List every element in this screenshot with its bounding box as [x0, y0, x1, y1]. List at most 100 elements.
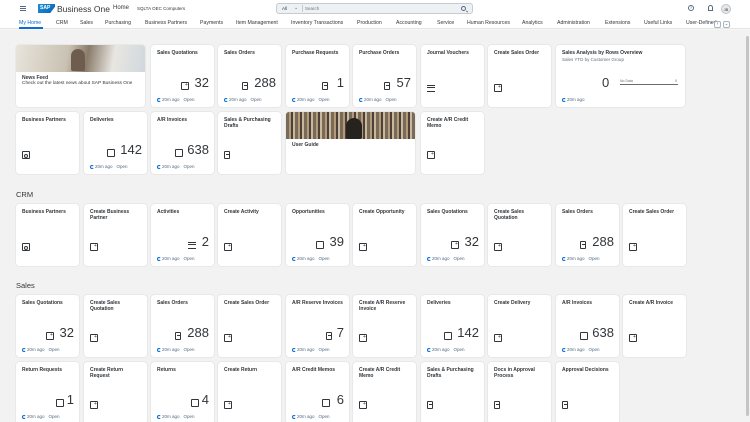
- tile-deliveries[interactable]: Deliveries 142 20m ago Open: [84, 112, 147, 174]
- tab-administration[interactable]: Administration: [557, 20, 590, 26]
- tile-news-feed[interactable]: News Feed Check out the latest news abou…: [16, 45, 145, 107]
- tab-purchasing[interactable]: Purchasing: [105, 20, 131, 26]
- tile-sales-analysis[interactable]: Sales Analysis by Rows Overview Sales YT…: [556, 45, 685, 107]
- tile-deliveries[interactable]: Deliveries 142 20m ago Open: [421, 295, 484, 357]
- tile-sales-orders[interactable]: Sales Orders 288 20m ago Open: [218, 45, 281, 107]
- tile-create-activity[interactable]: Create Activity: [218, 204, 281, 266]
- refresh-icon: [157, 256, 161, 261]
- tile-return-requests[interactable]: Return Requests 1 20m ago Open: [16, 362, 79, 422]
- tile-title: Create Sales Quotation: [494, 209, 525, 221]
- tile-title: Create Opportunity: [359, 209, 405, 215]
- tab-user-defined[interactable]: User-Defined: [686, 20, 717, 26]
- tile-footer: 20m ago Open: [427, 256, 465, 261]
- nav-tabs: My Home CRM Sales Purchasing Business Pa…: [0, 17, 750, 29]
- tile-title: Sales Quotations: [22, 300, 63, 306]
- tile-ar-reserve-invoices[interactable]: A/R Reserve Invoices 7 20m ago Open: [286, 295, 349, 357]
- tile-title: Create Delivery: [494, 300, 531, 306]
- document-icon: [580, 236, 586, 254]
- refresh-icon: [224, 97, 228, 102]
- tile-create-return[interactable]: Create Return: [218, 362, 281, 422]
- list-icon: [427, 79, 435, 97]
- tile-create-sales-order[interactable]: Create Sales Order: [623, 204, 686, 266]
- tab-analytics[interactable]: Analytics: [522, 20, 543, 26]
- tile-business-partners[interactable]: Business Partners: [16, 112, 79, 174]
- tile-title: Sales Orders: [157, 300, 188, 306]
- tile-user-guide[interactable]: User Guide: [286, 112, 415, 174]
- tile-sales-purchasing-drafts[interactable]: Sales & Purchasing Drafts: [421, 362, 484, 422]
- tile-ar-credit-memos[interactable]: A/R Credit Memos 6 20m ago Open: [286, 362, 349, 422]
- avatar[interactable]: JB: [721, 4, 731, 14]
- scale-icon: [181, 77, 189, 95]
- tab-item-management[interactable]: Item Management: [236, 20, 278, 26]
- tile-returns[interactable]: Returns 4 20m ago Open: [151, 362, 214, 422]
- tile-create-ar-invoice[interactable]: Create A/R Invoice: [623, 295, 686, 357]
- create-document-icon: [90, 396, 98, 414]
- tab-sales[interactable]: Sales: [80, 20, 93, 26]
- scrollbar-thumb[interactable]: [746, 36, 749, 416]
- tile-docs-in-approval-process[interactable]: Docs in Approval Process: [488, 362, 551, 422]
- chevron-right-icon[interactable]: ›: [714, 21, 721, 28]
- tab-business-partners[interactable]: Business Partners: [145, 20, 187, 26]
- tile-sales-quotations[interactable]: Sales Quotations 32 20m agoOpen: [421, 204, 484, 266]
- tile-create-return-request[interactable]: Create Return Request: [84, 362, 147, 422]
- tile-create-sales-order[interactable]: Create Sales Order: [488, 45, 551, 107]
- tile-create-sales-quotation[interactable]: Create Sales Quotation: [84, 295, 147, 357]
- chevron-down-icon[interactable]: ⌄: [294, 5, 298, 11]
- tile-purchase-orders[interactable]: Purchase Orders 57 20m ago Open: [353, 45, 416, 107]
- tile-sales-purchasing-drafts[interactable]: Sales & Purchasing Drafts: [218, 112, 281, 174]
- tile-footer: 20m ago Open: [292, 97, 330, 102]
- tile-approval-decisions[interactable]: Approval Decisions: [556, 362, 619, 422]
- sap-logo[interactable]: SAP: [38, 4, 55, 13]
- tile-title: Create Return Request: [90, 367, 124, 379]
- tab-payments[interactable]: Payments: [200, 20, 223, 26]
- tile-create-delivery[interactable]: Create Delivery: [488, 295, 551, 357]
- tab-useful-links[interactable]: Useful Links: [644, 20, 672, 26]
- tab-service[interactable]: Service: [437, 20, 454, 26]
- tile-create-opportunity[interactable]: Create Opportunity: [353, 204, 416, 266]
- tile-sales-quotations[interactable]: Sales Quotations 32 20m agoOpen: [151, 45, 214, 107]
- tile-create-ar-credit-memo[interactable]: Create A/R Credit Memo: [353, 362, 416, 422]
- tile-sales-orders[interactable]: Sales Orders 288 20m ago Open: [556, 204, 619, 266]
- tile-kpi: 6: [336, 392, 344, 407]
- tile-journal-vouchers[interactable]: Journal Vouchers: [421, 45, 484, 107]
- tile-create-ar-credit-memo[interactable]: Create A/R Credit Memo: [421, 112, 484, 174]
- document-icon: [384, 77, 390, 95]
- chevron-down-icon[interactable]: ⌄: [723, 21, 730, 28]
- tab-crm[interactable]: CRM: [56, 20, 68, 26]
- tile-title: Purchase Requests: [292, 50, 339, 56]
- tile-create-sales-quotation[interactable]: Create Sales Quotation: [488, 204, 551, 266]
- tab-extensions[interactable]: Extensions: [605, 20, 630, 26]
- tile-ar-invoices[interactable]: A/R Invoices 638 20m ago Open: [151, 112, 214, 174]
- tab-inventory-transactions[interactable]: Inventory Transactions: [291, 20, 343, 26]
- menu-icon[interactable]: [20, 6, 26, 11]
- tab-my-home[interactable]: My Home: [19, 20, 41, 26]
- tile-create-business-partner[interactable]: Create Business Partner: [84, 204, 147, 266]
- home-link[interactable]: Home: [113, 5, 129, 11]
- tile-footer: 20m ago Open: [157, 347, 195, 352]
- tile-create-ar-reserve-invoice[interactable]: Create A/R Reserve Invoice: [353, 295, 416, 357]
- tile-title: Return Requests: [22, 367, 63, 373]
- tile-footer: 20m ago Open: [22, 347, 60, 352]
- tile-sales-orders[interactable]: Sales Orders 288 20m ago Open: [151, 295, 214, 357]
- tab-accounting[interactable]: Accounting: [396, 20, 422, 26]
- tile-create-sales-order[interactable]: Create Sales Order: [218, 295, 281, 357]
- tile-purchase-requests[interactable]: Purchase Requests 1 20m ago Open: [286, 45, 349, 107]
- tile-ar-invoices[interactable]: A/R Invoices 638 20m ago Open: [556, 295, 619, 357]
- id-card-icon: [22, 238, 30, 256]
- tab-production[interactable]: Production: [357, 20, 382, 26]
- document-icon: [322, 77, 328, 95]
- tile-footer: 20m ago Open: [427, 347, 465, 352]
- bell-icon[interactable]: [708, 5, 713, 11]
- tab-human-resources[interactable]: Human Resources: [467, 20, 510, 26]
- search-scope[interactable]: All: [282, 6, 287, 11]
- search-icon[interactable]: [461, 6, 466, 11]
- tile-sales-quotations[interactable]: Sales Quotations 32 20m agoOpen: [16, 295, 79, 357]
- help-icon[interactable]: ?: [688, 5, 694, 11]
- search-input[interactable]: [305, 5, 455, 12]
- tile-activities[interactable]: Activities 2 20m ago Open: [151, 204, 214, 266]
- refresh-icon: [22, 414, 26, 419]
- tile-footer: 20m ago Open: [292, 256, 330, 261]
- tile-business-partners[interactable]: Business Partners: [16, 204, 79, 266]
- tile-opportunities[interactable]: Opportunities 39 20m ago Open: [286, 204, 349, 266]
- person-image: [71, 49, 85, 71]
